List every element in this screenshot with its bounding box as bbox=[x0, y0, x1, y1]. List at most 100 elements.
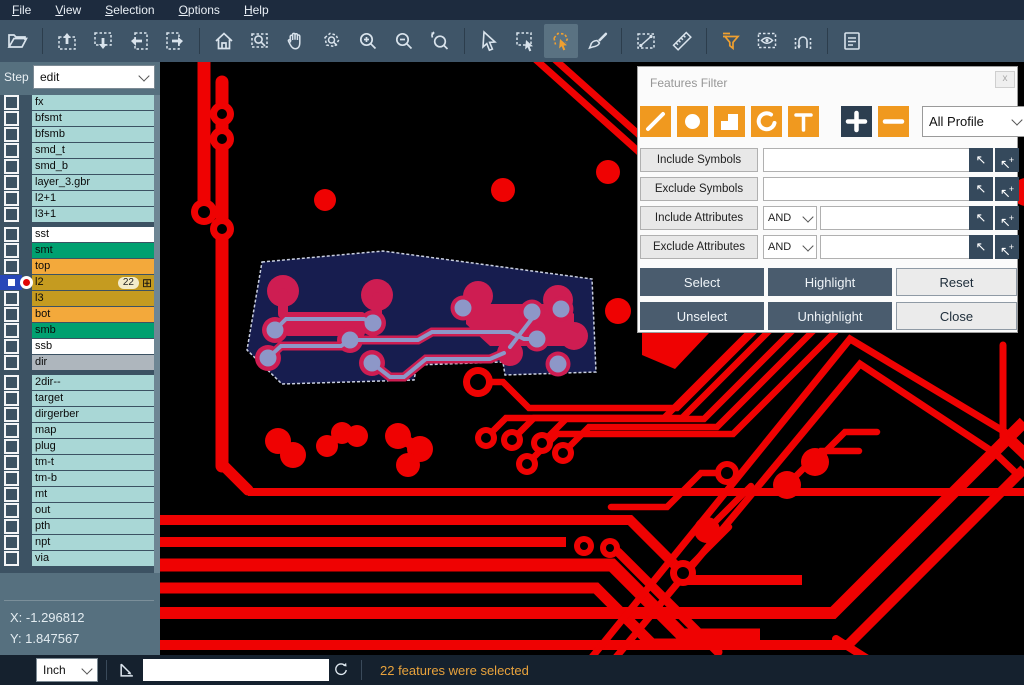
layer-visibility-checkbox[interactable] bbox=[0, 339, 22, 354]
layer-row-2dir--[interactable]: 2dir-- bbox=[0, 375, 160, 390]
layer-row-tm-b[interactable]: tm-b bbox=[0, 471, 160, 486]
exclude-attributes-operator-select[interactable]: AND bbox=[763, 235, 817, 259]
dialog-close-button[interactable]: x bbox=[995, 71, 1015, 88]
include-attributes-button[interactable]: Include Attributes bbox=[640, 206, 758, 230]
menu-item-file[interactable]: File bbox=[0, 0, 43, 20]
layer-visibility-checkbox[interactable] bbox=[0, 307, 22, 322]
layer-visibility-checkbox[interactable] bbox=[0, 471, 22, 486]
layer-row-l2+1[interactable]: l2+1 bbox=[0, 191, 160, 206]
command-input[interactable] bbox=[143, 659, 329, 681]
layer-row-bot[interactable]: bot bbox=[0, 307, 160, 322]
layer-visibility-checkbox[interactable] bbox=[0, 227, 22, 242]
snap-angle-button[interactable] bbox=[115, 658, 139, 682]
refresh-button[interactable] bbox=[329, 658, 353, 682]
reset-button[interactable]: Reset bbox=[896, 268, 1017, 296]
features-filter-button[interactable] bbox=[714, 24, 748, 58]
measure-line-button[interactable] bbox=[629, 24, 663, 58]
zoom-polygon-button[interactable] bbox=[315, 24, 349, 58]
report-list-button[interactable] bbox=[835, 24, 869, 58]
layer-visibility-checkbox[interactable] bbox=[0, 519, 22, 534]
unit-select[interactable]: Inch bbox=[36, 658, 98, 682]
layer-row-layer_3.gbr[interactable]: layer_3.gbr bbox=[0, 175, 160, 190]
select-rectangle-button[interactable] bbox=[508, 24, 542, 58]
select-cursor-button[interactable] bbox=[472, 24, 506, 58]
layer-row-target[interactable]: target bbox=[0, 391, 160, 406]
layer-row-sst[interactable]: sst bbox=[0, 227, 160, 242]
layer-row-map[interactable]: map bbox=[0, 423, 160, 438]
layer-row-l3[interactable]: l3 bbox=[0, 291, 160, 306]
pan-left-button[interactable] bbox=[122, 24, 156, 58]
layer-row-bfsmb[interactable]: bfsmb bbox=[0, 127, 160, 142]
pan-up-button[interactable] bbox=[50, 24, 84, 58]
select-polygon-button[interactable] bbox=[544, 24, 578, 58]
include-attributes-input[interactable] bbox=[820, 206, 970, 230]
pick-attribute-add-button[interactable]: ↖+ bbox=[995, 235, 1019, 259]
text-tool-button[interactable] bbox=[788, 106, 819, 137]
clear-brush-button[interactable] bbox=[580, 24, 614, 58]
layer-row-l2[interactable]: l222⊞ bbox=[0, 275, 160, 290]
layer-row-top[interactable]: top bbox=[0, 259, 160, 274]
pick-symbol-button[interactable]: ↖ bbox=[969, 148, 993, 172]
select-button[interactable]: Select bbox=[640, 268, 764, 296]
include-attributes-operator-select[interactable]: AND bbox=[763, 206, 817, 230]
zoom-window-button[interactable] bbox=[243, 24, 277, 58]
layer-visibility-checkbox[interactable] bbox=[0, 191, 22, 206]
surface-tool-button[interactable] bbox=[714, 106, 745, 137]
remove-filter-button[interactable] bbox=[878, 106, 909, 137]
pick-attribute-add-button[interactable]: ↖+ bbox=[995, 206, 1019, 230]
zoom-home-button[interactable] bbox=[207, 24, 241, 58]
highlight-button[interactable]: Highlight bbox=[768, 268, 892, 296]
layer-visibility-checkbox[interactable] bbox=[0, 535, 22, 550]
layer-visibility-checkbox[interactable] bbox=[0, 375, 22, 390]
layer-visibility-checkbox[interactable] bbox=[0, 487, 22, 502]
step-select[interactable]: edit bbox=[33, 65, 155, 89]
open-project-button[interactable] bbox=[1, 24, 35, 58]
layer-row-ssb[interactable]: ssb bbox=[0, 339, 160, 354]
measure-ruler-button[interactable] bbox=[665, 24, 699, 58]
layer-row-bfsmt[interactable]: bfsmt bbox=[0, 111, 160, 126]
profile-select[interactable]: All Profile bbox=[922, 106, 1024, 137]
zoom-in-button[interactable] bbox=[351, 24, 385, 58]
layer-row-plug[interactable]: plug bbox=[0, 439, 160, 454]
layer-row-smd_t[interactable]: smd_t bbox=[0, 143, 160, 158]
layer-row-via[interactable]: via bbox=[0, 551, 160, 566]
layer-visibility-checkbox[interactable] bbox=[0, 243, 22, 258]
layer-list-scrollbar[interactable] bbox=[154, 95, 160, 573]
layer-visibility-checkbox[interactable] bbox=[0, 439, 22, 454]
layer-visibility-checkbox[interactable] bbox=[0, 407, 22, 422]
layer-visibility-checkbox[interactable] bbox=[0, 551, 22, 566]
layer-row-npt[interactable]: npt bbox=[0, 535, 160, 550]
layer-row-smb[interactable]: smb bbox=[0, 323, 160, 338]
layer-visibility-checkbox[interactable] bbox=[0, 207, 22, 222]
layer-visibility-checkbox[interactable] bbox=[0, 95, 22, 110]
exclude-symbols-button[interactable]: Exclude Symbols bbox=[640, 177, 758, 201]
line-tool-button[interactable] bbox=[640, 106, 671, 137]
grid-icon[interactable]: ⊞ bbox=[142, 277, 152, 289]
pick-attribute-button[interactable]: ↖ bbox=[969, 206, 993, 230]
layer-row-dir[interactable]: dir bbox=[0, 355, 160, 370]
close-button[interactable]: Close bbox=[896, 302, 1017, 330]
zoom-previous-button[interactable] bbox=[423, 24, 457, 58]
layer-visibility-checkbox[interactable] bbox=[0, 323, 22, 338]
layer-visibility-checkbox[interactable] bbox=[0, 455, 22, 470]
unselect-button[interactable]: Unselect bbox=[640, 302, 764, 330]
pick-symbol-add-button[interactable]: ↖+ bbox=[995, 148, 1019, 172]
layer-visibility-checkbox[interactable] bbox=[0, 143, 22, 158]
layer-visibility-checkbox[interactable] bbox=[0, 127, 22, 142]
pick-attribute-button[interactable]: ↖ bbox=[969, 235, 993, 259]
layer-row-l3+1[interactable]: l3+1 bbox=[0, 207, 160, 222]
layer-visibility-checkbox[interactable] bbox=[0, 259, 22, 274]
pick-symbol-button[interactable]: ↖ bbox=[969, 177, 993, 201]
pick-symbol-add-button[interactable]: ↖+ bbox=[995, 177, 1019, 201]
layer-row-dirgerber[interactable]: dirgerber bbox=[0, 407, 160, 422]
menu-item-selection[interactable]: Selection bbox=[93, 0, 166, 20]
layer-visibility-checkbox[interactable] bbox=[0, 159, 22, 174]
menu-item-help[interactable]: Help bbox=[232, 0, 281, 20]
layer-visibility-checkbox[interactable] bbox=[0, 175, 22, 190]
arc-tool-button[interactable] bbox=[751, 106, 782, 137]
net-loop-button[interactable] bbox=[786, 24, 820, 58]
layer-row-smd_b[interactable]: smd_b bbox=[0, 159, 160, 174]
layer-row-mt[interactable]: mt bbox=[0, 487, 160, 502]
layer-visibility-checkbox[interactable] bbox=[0, 423, 22, 438]
add-filter-button[interactable] bbox=[841, 106, 872, 137]
